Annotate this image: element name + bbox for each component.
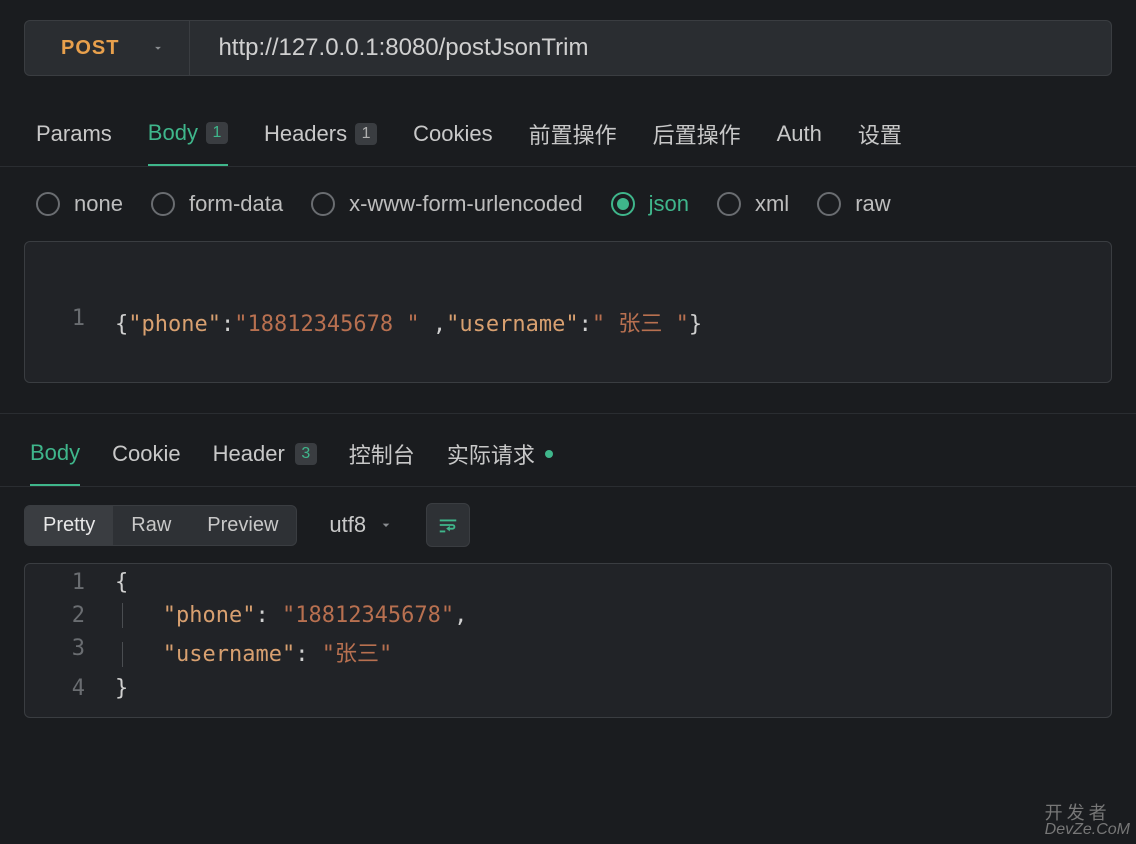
body-count-badge: 1 [206,122,228,144]
view-pretty[interactable]: Pretty [25,506,113,545]
request-body-editor[interactable]: 1 {"phone":"18812345678 " ,"username":" … [24,241,1112,383]
response-body-editor[interactable]: 1 { 2 "phone": "18812345678", 3 "usernam… [24,563,1112,718]
http-method-select[interactable]: POST [24,20,190,76]
editor-line: 2 "phone": "18812345678", [25,599,1111,632]
body-type-xwww[interactable]: x-www-form-urlencoded [311,191,583,217]
resp-tab-cookie[interactable]: Cookie [112,438,180,486]
editor-line: 1 { [25,566,1111,599]
response-tabs: Body Cookie Header 3 控制台 实际请求 [0,414,1136,487]
body-type-xml[interactable]: xml [717,191,789,217]
tab-preop[interactable]: 前置操作 [529,118,617,166]
line-number: 4 [25,676,115,701]
chevron-down-icon [378,517,394,533]
watermark: 开发者 DevZe.CoM [1045,804,1130,838]
line-number: 1 [25,570,115,595]
view-mode-group: Pretty Raw Preview [24,505,297,546]
line-number: 1 [25,306,115,338]
resp-tab-body[interactable]: Body [30,438,80,486]
word-wrap-button[interactable] [426,503,470,547]
tab-postop[interactable]: 后置操作 [653,118,741,166]
tab-settings[interactable]: 设置 [858,118,902,166]
radio-icon [611,192,635,216]
editor-line: 4 } [25,672,1111,705]
line-number: 3 [25,636,115,668]
view-preview[interactable]: Preview [189,506,296,545]
response-toolbar: Pretty Raw Preview utf8 [0,487,1136,563]
line-number: 2 [25,603,115,628]
body-type-form-data[interactable]: form-data [151,191,283,217]
editor-line: 3 "username": "张三" [25,632,1111,672]
status-dot-icon [545,450,553,458]
encoding-select[interactable]: utf8 [321,512,402,538]
body-type-raw[interactable]: raw [817,191,890,217]
url-input[interactable]: http://127.0.0.1:8080/postJsonTrim [190,20,1112,76]
line-content: {"phone":"18812345678 " ,"username":" 张三… [115,306,1111,338]
resp-tab-header[interactable]: Header 3 [213,438,317,486]
radio-icon [151,192,175,216]
view-raw[interactable]: Raw [113,506,189,545]
radio-icon [817,192,841,216]
tab-params[interactable]: Params [36,118,112,166]
radio-icon [717,192,741,216]
request-tabs: Params Body 1 Headers 1 Cookies 前置操作 后置操… [0,100,1136,167]
word-wrap-icon [437,514,459,536]
resp-tab-console[interactable]: 控制台 [349,438,415,486]
body-type-json[interactable]: json [611,191,689,217]
resp-tab-actual[interactable]: 实际请求 [447,438,553,486]
tab-headers[interactable]: Headers 1 [264,118,377,166]
editor-line: 1 {"phone":"18812345678 " ,"username":" … [25,302,1111,342]
url-text: http://127.0.0.1:8080/postJsonTrim [218,34,588,62]
chevron-down-icon [151,41,165,55]
radio-icon [36,192,60,216]
header-count-badge: 3 [295,443,317,465]
radio-icon [311,192,335,216]
tab-cookies[interactable]: Cookies [413,118,492,166]
body-type-radios: none form-data x-www-form-urlencoded jso… [0,167,1136,241]
http-method-label: POST [61,37,119,60]
tab-body[interactable]: Body 1 [148,118,228,166]
headers-count-badge: 1 [355,123,377,145]
body-type-none[interactable]: none [36,191,123,217]
tab-auth[interactable]: Auth [777,118,822,166]
